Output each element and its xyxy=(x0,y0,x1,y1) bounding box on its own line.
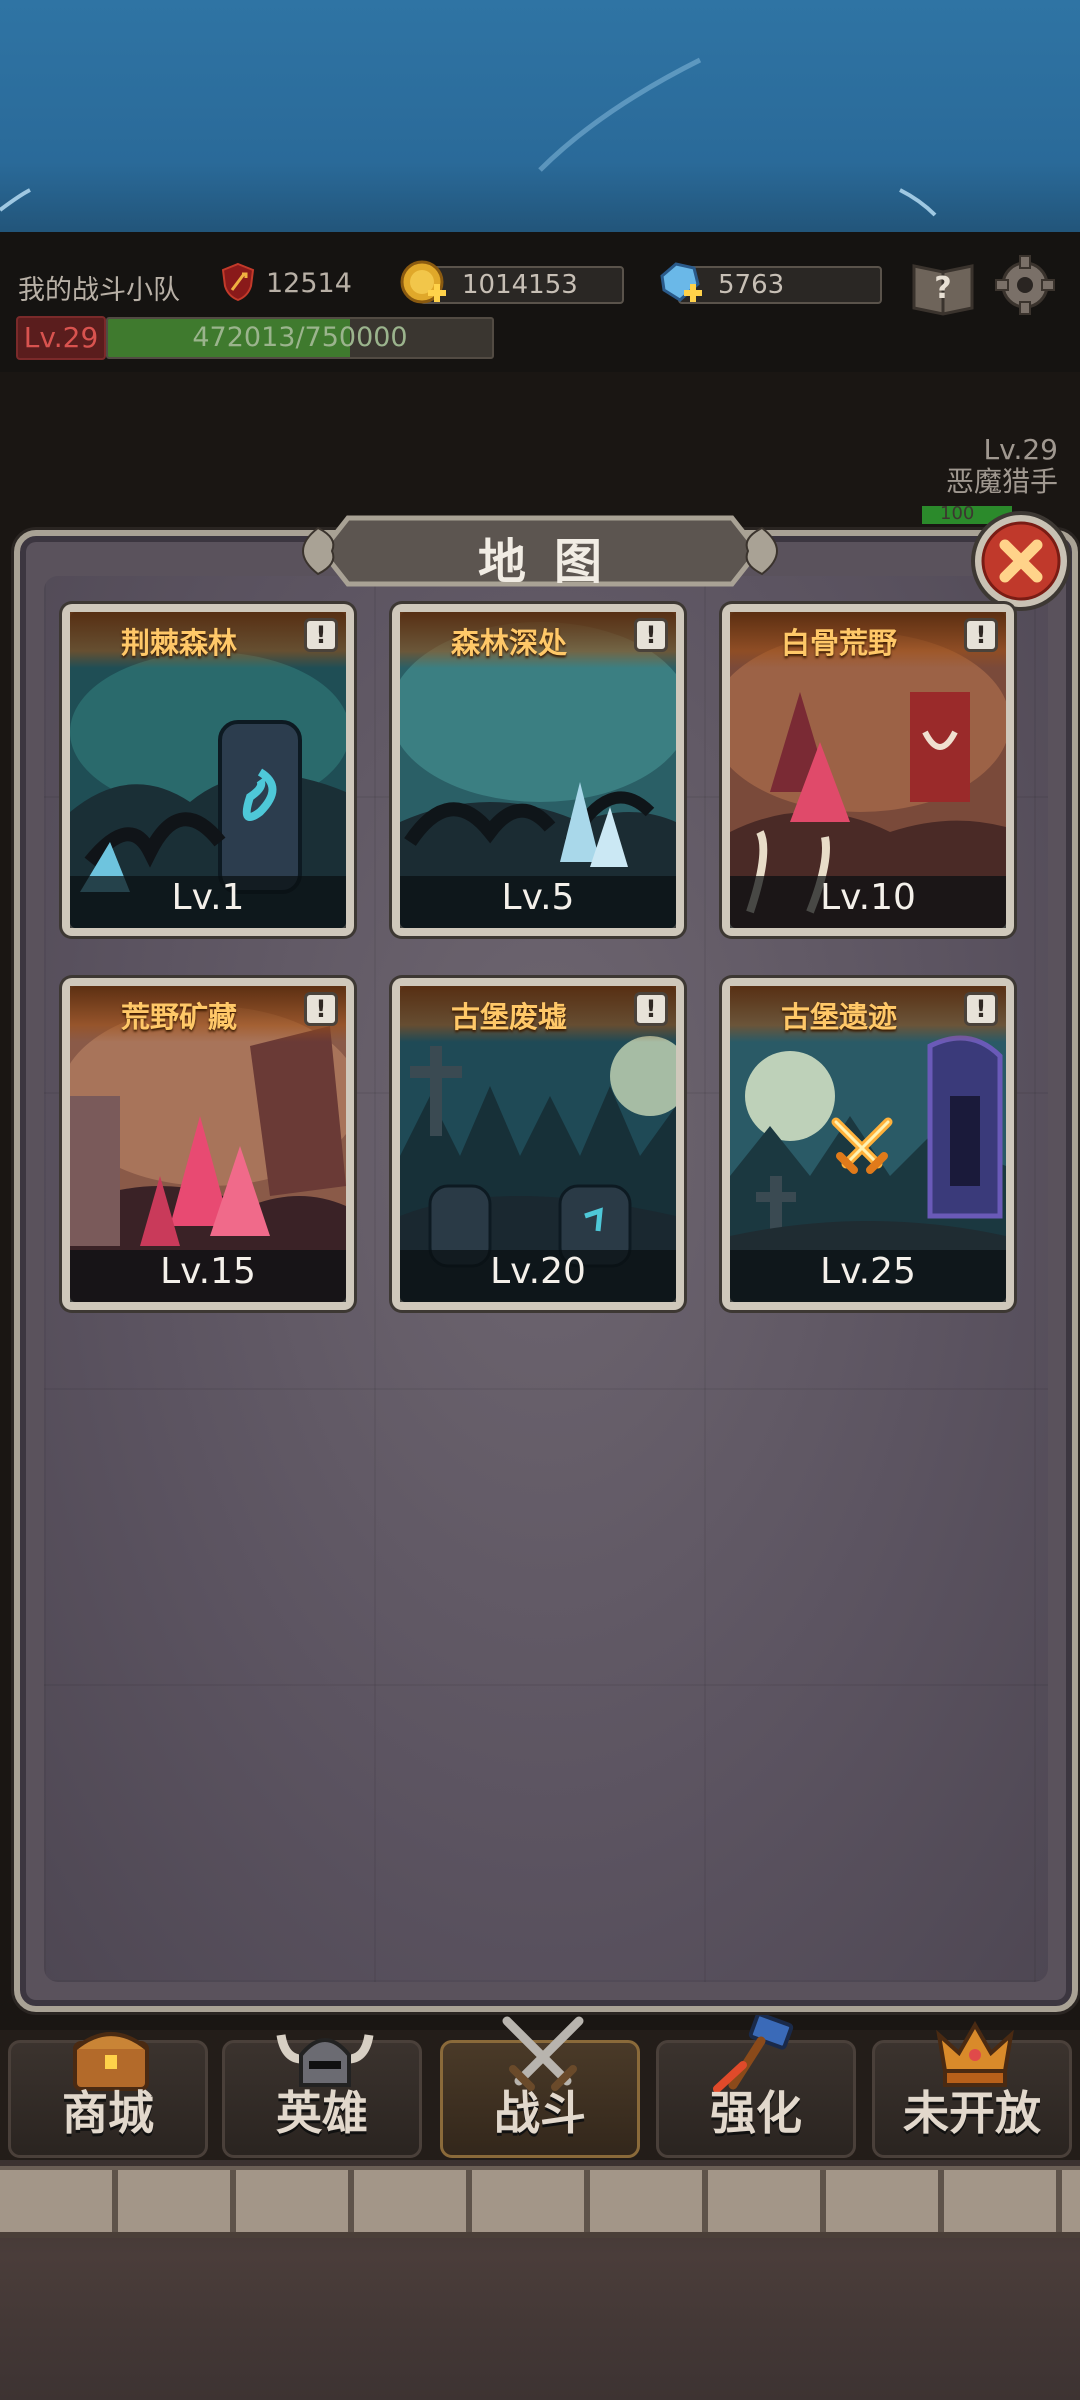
enemy-level: Lv.29 xyxy=(983,433,1058,466)
team-name: 我的战斗小队 xyxy=(18,275,180,306)
map-level: Lv.15 xyxy=(160,1251,256,1292)
gem-bar: 5763 xyxy=(678,266,882,304)
nav-label: 未开放 xyxy=(903,2086,1041,2140)
info-icon[interactable]: ! xyxy=(304,618,338,652)
map-level: Lv.20 xyxy=(490,1251,586,1292)
gem-value: 5763 xyxy=(718,270,785,300)
map-card-5[interactable]: 古堡废墟 ! Lv.20 xyxy=(392,978,684,1310)
gold-coin-add-icon[interactable] xyxy=(398,258,450,310)
player-level-badge: Lv.29 xyxy=(16,316,106,360)
map-card-4[interactable]: 荒野矿藏 ! Lv.15 xyxy=(62,978,354,1310)
map-level: Lv.25 xyxy=(820,1251,916,1292)
info-icon[interactable]: ! xyxy=(634,992,668,1026)
nav-locked[interactable]: 未开放 xyxy=(872,2020,1072,2158)
nav-battle[interactable]: 战斗 xyxy=(440,2016,640,2158)
map-name: 荒野矿藏 xyxy=(120,1000,237,1034)
title-container: 地图 xyxy=(288,508,792,594)
settings-gear-icon[interactable] xyxy=(992,252,1058,318)
map-name: 古堡遗迹 xyxy=(780,1000,897,1034)
nav-label: 英雄 xyxy=(276,2086,368,2140)
xp-progress-bar: 472013/750000 xyxy=(106,317,494,359)
enemy-name: 恶魔猎手 xyxy=(945,465,1058,498)
enemy-info: Lv.29 恶魔猎手 xyxy=(946,434,1058,498)
map-name: 白骨荒野 xyxy=(780,626,897,660)
svg-text:?: ? xyxy=(934,271,951,306)
nav-heroes[interactable]: 英雄 xyxy=(222,2034,422,2158)
close-icon[interactable] xyxy=(968,508,1074,614)
nav-label: 商城 xyxy=(62,2086,154,2140)
info-icon[interactable]: ! xyxy=(964,618,998,652)
xp-text: 472013/750000 xyxy=(192,322,408,353)
gold-bar: 1014153 xyxy=(420,266,624,304)
info-icon[interactable]: ! xyxy=(964,992,998,1026)
map-name: 古堡废墟 xyxy=(450,1000,567,1034)
map-card-2[interactable]: 森林深处 ! Lv.5 xyxy=(392,604,684,936)
gold-value: 1014153 xyxy=(462,270,578,300)
map-card-1[interactable]: 荆棘森林 ! Lv.1 xyxy=(62,604,354,936)
dialog-title: 地图 xyxy=(477,534,630,590)
map-level: Lv.5 xyxy=(501,877,575,918)
map-level: Lv.1 xyxy=(171,877,245,918)
nav-label: 强化 xyxy=(710,2086,802,2140)
crossed-swords-current-icon xyxy=(831,1117,893,1174)
nav-shop[interactable]: 商城 xyxy=(8,2032,208,2158)
shield-power-icon xyxy=(221,262,255,302)
map-card-3[interactable]: 白骨荒野 ! Lv.10 xyxy=(722,604,1014,936)
help-book-icon[interactable]: ? xyxy=(910,252,976,318)
nav-upgrade[interactable]: 强化 xyxy=(656,2015,856,2158)
info-icon[interactable]: ! xyxy=(634,618,668,652)
power-value: 12514 xyxy=(266,268,352,299)
nav-label: 战斗 xyxy=(494,2086,586,2140)
map-name: 森林深处 xyxy=(450,626,567,660)
map-level: Lv.10 xyxy=(820,877,916,918)
sky-background xyxy=(0,0,1080,232)
map-name: 荆棘森林 xyxy=(120,626,237,660)
gem-add-icon[interactable] xyxy=(654,258,706,310)
map-card-6[interactable]: 古堡遗迹 ! Lv.25 xyxy=(722,978,1014,1310)
brick-border xyxy=(0,2166,1080,2238)
info-icon[interactable]: ! xyxy=(304,992,338,1026)
